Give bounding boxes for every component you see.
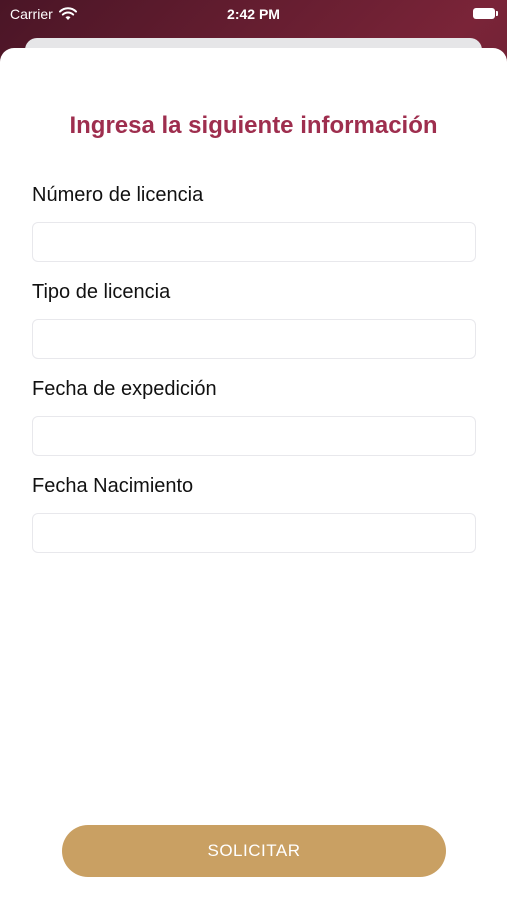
issue-date-input[interactable]	[32, 416, 476, 456]
birth-date-label: Fecha Nacimiento	[32, 475, 194, 497]
modal-sheet: Ingresa la siguiente información Número …	[0, 48, 507, 900]
license-type-input[interactable]	[32, 319, 476, 359]
form-title: Ingresa la siguiente información	[69, 112, 438, 139]
battery-icon	[473, 8, 498, 19]
license-type-label: Tipo de licencia	[32, 281, 171, 303]
submit-button[interactable]: SOLICITAR	[62, 825, 446, 877]
license-number-input[interactable]	[32, 222, 476, 262]
status-time: 2:42 PM	[227, 6, 280, 22]
app-screen: Carrier 2:42 PM Ingresa la siguiente inf…	[0, 0, 507, 900]
issue-date-label: Fecha de expedición	[32, 378, 217, 400]
license-number-label: Número de licencia	[32, 184, 204, 206]
status-bar: Carrier 2:42 PM	[0, 0, 507, 30]
birth-date-input[interactable]	[32, 513, 476, 553]
